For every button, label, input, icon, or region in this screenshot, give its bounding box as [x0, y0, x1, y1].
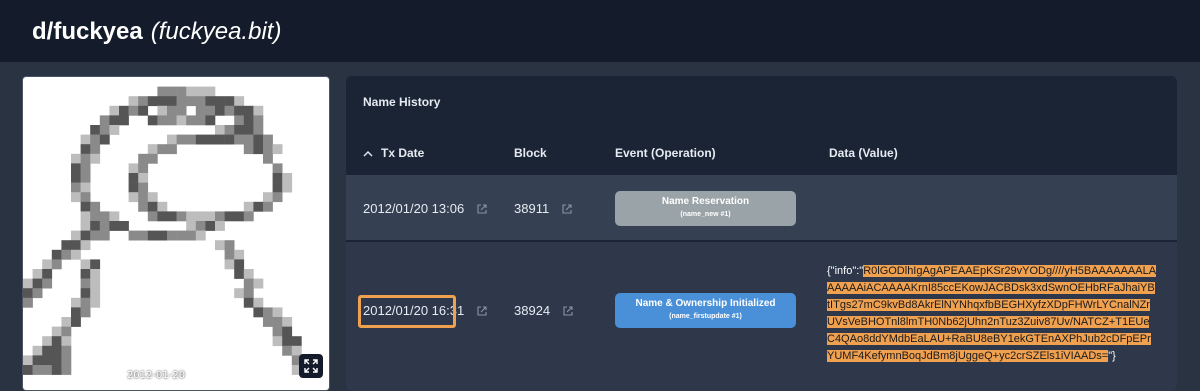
data-value: {"info":"R0lGODlhIgAgAPEAAEpKSr29vYODg//…	[827, 263, 1157, 365]
name-history-panel: Name History Tx Date Block Event (Operat…	[346, 76, 1177, 391]
block-number: 38911	[514, 201, 550, 216]
tx-date-text: 2012/01/20 13:06	[363, 201, 465, 216]
expand-button[interactable]	[299, 354, 323, 378]
data-suffix: "}	[1108, 350, 1116, 362]
external-link-icon[interactable]	[476, 305, 488, 317]
event-operation: (name_new #1)	[680, 211, 731, 218]
block-cell: 38911	[514, 201, 573, 216]
expand-icon	[304, 359, 318, 373]
col-block: Block	[514, 146, 547, 160]
external-link-icon[interactable]	[476, 203, 488, 215]
col-tx-date[interactable]: Tx Date	[363, 146, 424, 160]
data-prefix: {"info":"	[827, 265, 864, 277]
table-row: 2012/01/20 16:31 38924 Name & Ownership …	[346, 242, 1177, 391]
pixel-art-image	[23, 77, 329, 390]
tx-date-cell: 2012/01/20 13:06	[363, 201, 488, 216]
block-number: 38924	[514, 303, 551, 318]
history-title: Name History	[363, 95, 441, 109]
event-title: Name Reservation	[661, 196, 750, 207]
table-row: 2012/01/20 13:06 38911 Name Reservation …	[346, 175, 1177, 240]
chevron-up-icon	[363, 150, 373, 157]
col-data: Data (Value)	[829, 146, 898, 160]
external-link-icon[interactable]	[561, 203, 573, 215]
event-badge[interactable]: Name & Ownership Initialized (name_first…	[615, 293, 796, 328]
block-cell: 38924	[514, 303, 574, 318]
col-tx-date-label: Tx Date	[381, 146, 425, 160]
page-header: d/fuckyea (fuckyea.bit)	[0, 0, 1200, 62]
data-highlighted-value: R0lGODlhIgAgAPEAAEpKSr29vYODg////yH5BAAA…	[827, 265, 1157, 362]
name-title: d/fuckyea	[32, 18, 143, 45]
event-operation: (name_firstupdate #1)	[669, 313, 742, 320]
external-link-icon[interactable]	[562, 305, 574, 317]
date-highlight-box	[358, 295, 456, 328]
event-badge[interactable]: Name Reservation (name_new #1)	[615, 191, 796, 226]
domain-subtitle: (fuckyea.bit)	[150, 18, 282, 45]
name-image-panel: 2012-01-20	[22, 76, 330, 391]
col-event: Event (Operation)	[615, 146, 716, 160]
image-date-caption: 2012-01-20	[126, 370, 186, 381]
event-title: Name & Ownership Initialized	[635, 298, 776, 309]
